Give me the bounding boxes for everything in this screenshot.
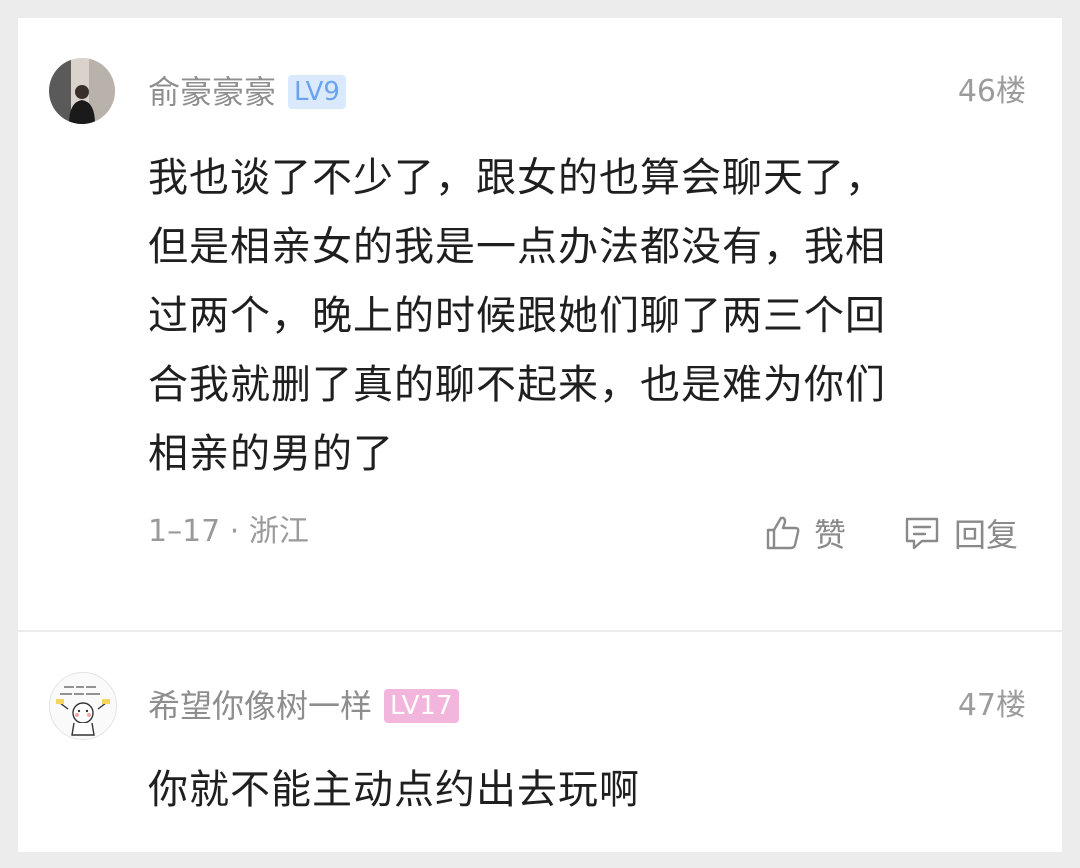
person-photo-avatar-icon	[49, 58, 115, 124]
username-text[interactable]: 俞豪豪豪	[148, 73, 276, 111]
username[interactable]: 希望你像树一样 LV17	[148, 686, 459, 726]
comment-line: 合我就删了真的聊不起来，也是难为你们	[148, 362, 886, 408]
floor-number: 47楼	[957, 688, 1026, 723]
comment-bubble-icon	[905, 517, 939, 550]
comment-line: 相亲的男的了	[148, 431, 394, 477]
comment-text: 我也谈了不少了，跟女的也算会聊天了， 但是相亲女的我是一点办法都没有，我相 过两…	[148, 144, 988, 489]
level-badge: LV17	[384, 689, 459, 723]
like-button[interactable]: 赞	[764, 512, 846, 554]
comment-card: 希望你像树一样 LV17 47楼 你就不能主动点约出去玩啊	[18, 632, 1062, 852]
reply-label[interactable]: 回复	[954, 510, 1018, 556]
thumbs-up-icon	[766, 516, 800, 550]
comment-line: 你就不能主动点约出去玩啊	[148, 767, 640, 813]
cartoon-doodle-avatar-icon	[50, 673, 116, 739]
level-badge: LV9	[288, 75, 346, 109]
comment-line: 我也谈了不少了，跟女的也算会聊天了，	[148, 155, 886, 201]
floor-number: 46楼	[957, 74, 1026, 109]
comment-line: 过两个，晚上的时候跟她们聊了两三个回	[148, 293, 886, 339]
like-label[interactable]: 赞	[814, 510, 846, 556]
comment-meta: 1–17 · 浙江	[148, 514, 309, 549]
username-text[interactable]: 希望你像树一样	[148, 687, 372, 725]
user-avatar[interactable]	[49, 672, 117, 740]
user-avatar[interactable]	[49, 58, 115, 124]
comment-text: 你就不能主动点约出去玩啊	[148, 756, 988, 825]
comment-card: 俞豪豪豪 LV9 46楼 我也谈了不少了，跟女的也算会聊天了， 但是相亲女的我是一…	[18, 18, 1062, 630]
comment-line: 但是相亲女的我是一点办法都没有，我相	[148, 224, 886, 270]
username[interactable]: 俞豪豪豪 LV9	[148, 72, 346, 112]
reply-button[interactable]: 回复	[902, 512, 1018, 554]
